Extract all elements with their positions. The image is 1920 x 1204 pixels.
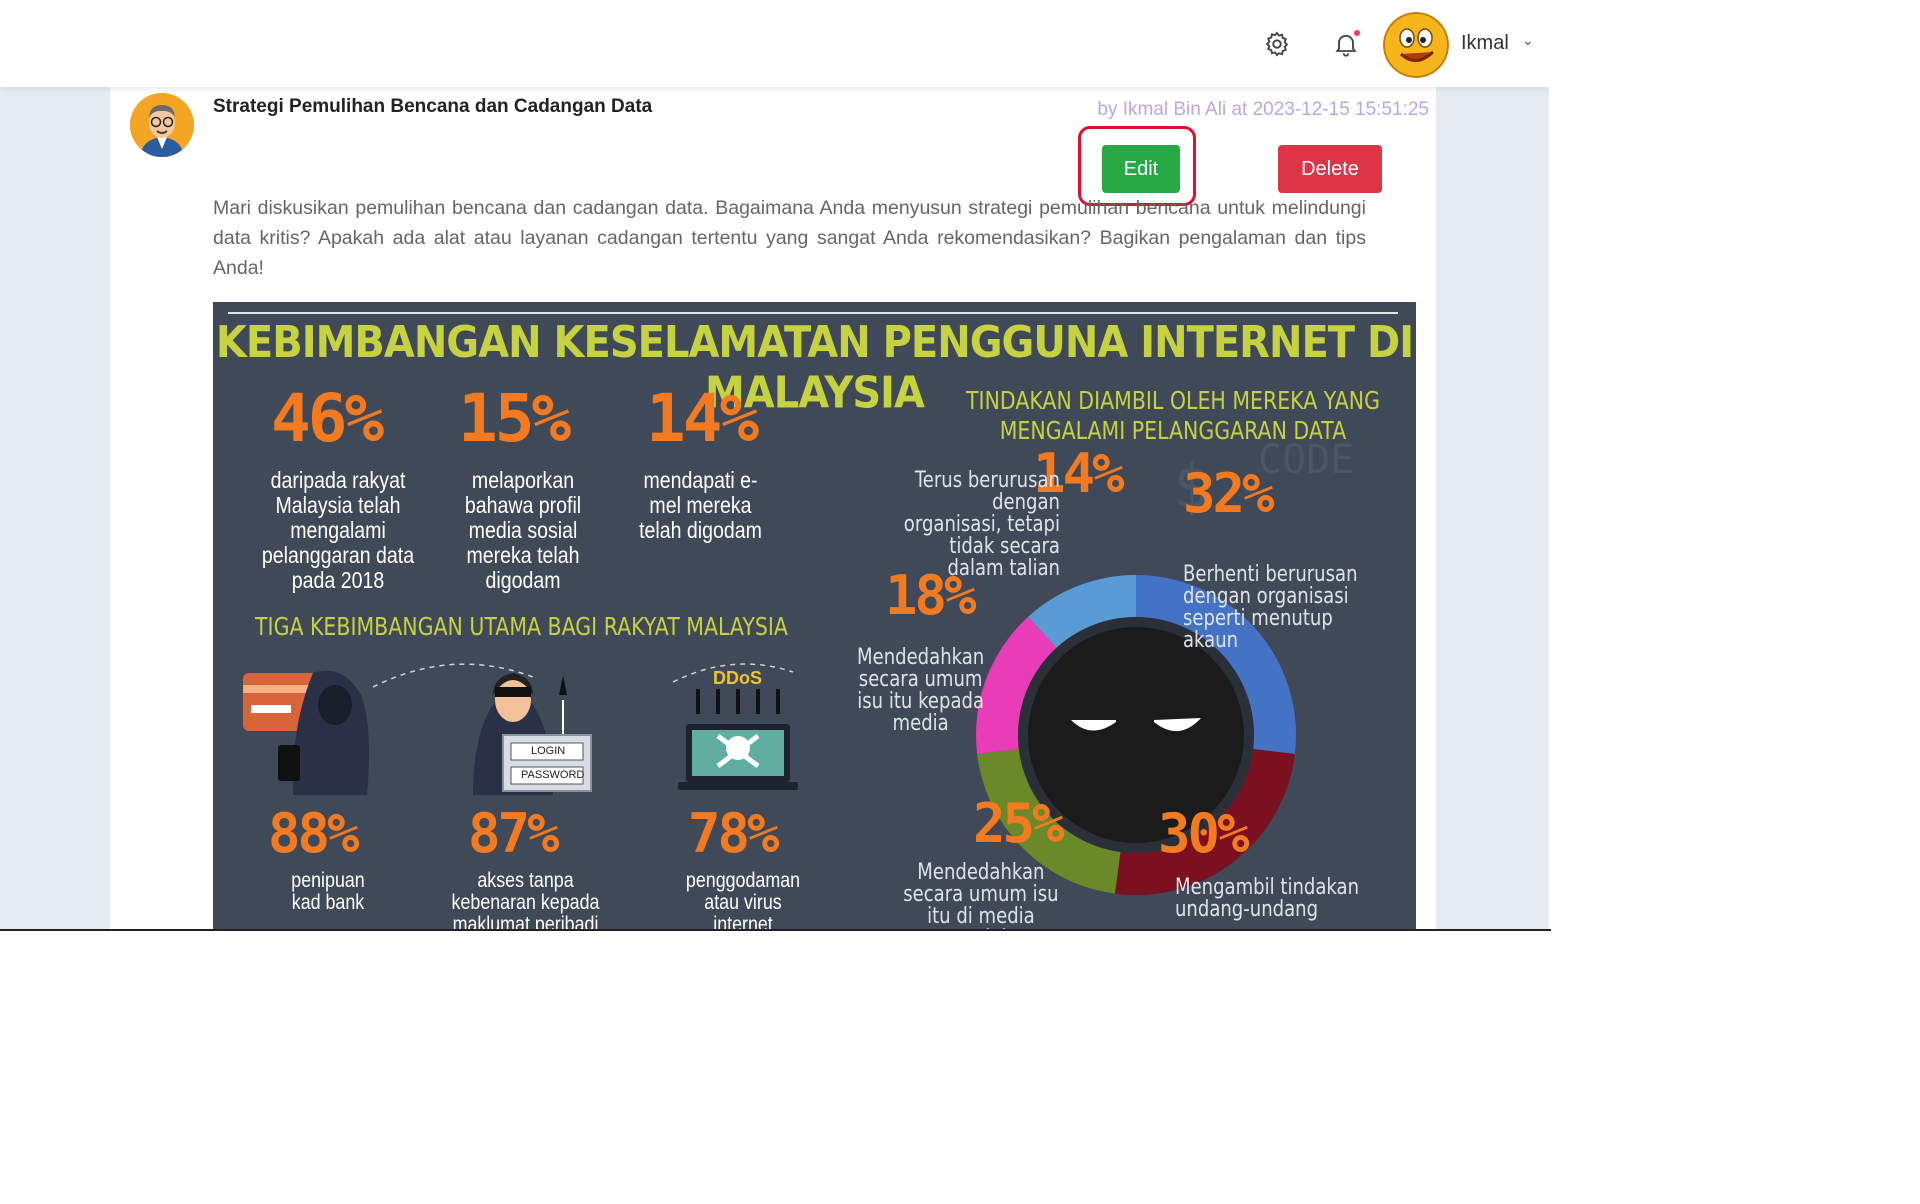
- action-pct: 25%: [973, 792, 1065, 855]
- concern-pct: 88%: [268, 802, 360, 865]
- action-pct: 18%: [885, 564, 977, 627]
- concern-text: akses tanpa kebenaran kepada maklumat pe…: [451, 869, 600, 930]
- dashed-connector: [373, 663, 794, 688]
- concerns-heading: TIGA KEBIMBANGAN UTAMA BAGI RAKYAT MALAY…: [255, 612, 788, 641]
- chevron-down-icon[interactable]: ⌄: [1522, 32, 1534, 49]
- viewport-border: [0, 929, 1551, 931]
- actions-heading: TINDAKAN DIAMBIL OLEH MEREKA YANG MENGAL…: [966, 386, 1380, 445]
- stat-pct: 14%: [646, 380, 759, 457]
- bell-icon[interactable]: [1330, 28, 1362, 60]
- post-title[interactable]: Strategi Pemulihan Bencana dan Cadangan …: [213, 96, 652, 118]
- concern-pct: 87%: [468, 802, 560, 865]
- concern-text: penggodaman atau virus internet: [685, 869, 801, 930]
- user-name[interactable]: Ikmal: [1461, 32, 1509, 55]
- author-avatar: [130, 93, 194, 157]
- action-text: Mendedahkan secara umum isu itu di media…: [903, 860, 1059, 930]
- concern-text: penipuan kad bank: [291, 869, 365, 914]
- infographic-image: KEBIMBANGAN KESELAMATAN PENGGUNA INTERNE…: [213, 302, 1416, 929]
- action-text: Mendedahkan secara umum isu itu kepada m…: [857, 645, 985, 736]
- stat-text: daripada rakyat Malaysia telah mengalami…: [261, 467, 415, 593]
- gear-icon[interactable]: [1261, 28, 1293, 60]
- delete-button[interactable]: Delete: [1278, 145, 1382, 193]
- action-text: Mengambil tindakan undang-undang: [1175, 875, 1360, 922]
- divider: [228, 312, 1398, 314]
- top-navbar: Ikmal ⌄: [0, 0, 1549, 87]
- concern-pct: 78%: [688, 802, 780, 865]
- post-meta: by Ikmal Bin Ali at 2023-12-15 15:51:25: [1097, 99, 1429, 120]
- user-avatar[interactable]: [1383, 12, 1449, 78]
- password-label: PASSWORD: [521, 769, 585, 781]
- post-body: Mari diskusikan pemulihan bencana dan ca…: [213, 197, 1366, 279]
- action-pct: 30%: [1158, 802, 1250, 865]
- action-text: Berhenti berurusan dengan organisasi sep…: [1183, 562, 1358, 653]
- notification-dot: [1354, 30, 1360, 36]
- edit-button[interactable]: Edit: [1102, 145, 1180, 193]
- login-label: LOGIN: [531, 745, 566, 757]
- stat-text: melaporkan bahawa profil media sosial me…: [464, 467, 582, 593]
- stat-text: mendapati e-mel mereka telah digodam: [639, 467, 762, 543]
- stat-pct: 46%: [271, 380, 384, 457]
- stat-pct: 15%: [458, 380, 571, 457]
- browser-viewport: Ikmal ⌄ Strategi Pemulihan Bencana dan C…: [0, 0, 1549, 929]
- action-pct: 32%: [1183, 462, 1275, 525]
